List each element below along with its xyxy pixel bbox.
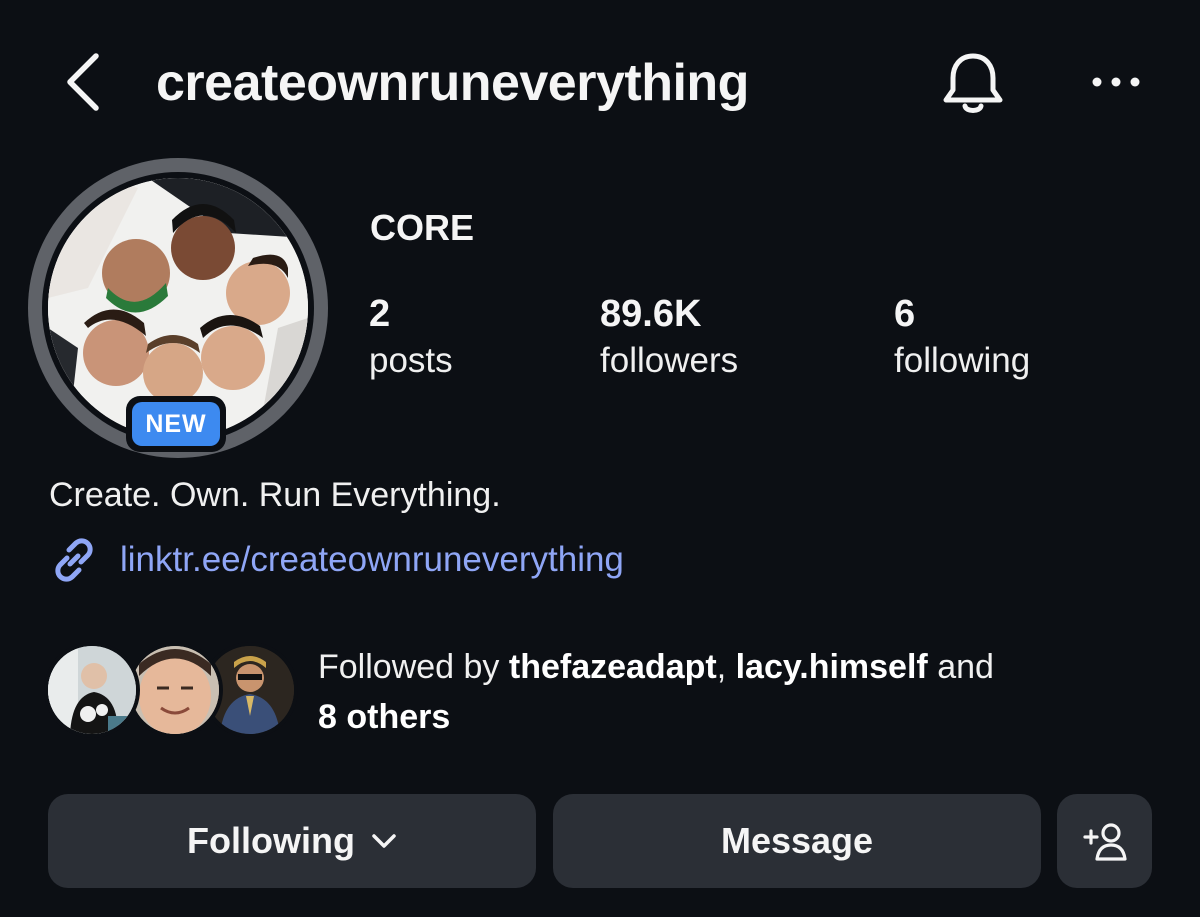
chevron-down-icon <box>372 834 396 848</box>
following-button-label: Following <box>187 820 355 861</box>
message-button-label: Message <box>720 820 874 861</box>
following-count: 6 <box>894 293 916 335</box>
avatar-photo <box>131 646 219 734</box>
followers-stat[interactable]: 89.6K followers <box>600 290 738 384</box>
followed-by-prefix: Followed by <box>318 648 500 686</box>
followers-count: 89.6K <box>600 293 702 335</box>
followed-by-separator: , <box>716 648 727 686</box>
new-badge: NEW <box>132 402 220 446</box>
bell-icon[interactable] <box>938 48 1008 118</box>
posts-stat[interactable]: 2 posts <box>369 290 453 384</box>
avatar-photo <box>48 646 136 734</box>
mutual-follower-avatar[interactable] <box>127 642 223 738</box>
display-name: CORE <box>370 207 475 248</box>
followed-by-conjunction: and <box>937 648 994 686</box>
mutual-username-2[interactable]: lacy.himself <box>736 648 928 686</box>
link-icon <box>55 538 93 582</box>
profile-username: createownruneverything <box>156 54 749 112</box>
add-person-icon <box>1082 823 1127 861</box>
chevron-left-icon[interactable] <box>58 50 108 114</box>
posts-label: posts <box>369 341 453 380</box>
followers-label: followers <box>600 341 739 380</box>
following-label: following <box>894 341 1031 380</box>
profile-link[interactable]: linktr.ee/createownruneverything <box>120 536 624 584</box>
followed-by-text[interactable]: Followed by thefazeadapt, lacy.himself a… <box>318 642 1158 742</box>
posts-count: 2 <box>369 293 391 335</box>
following-button[interactable]: Following <box>48 794 536 888</box>
mutual-username-1[interactable]: thefazeadapt <box>509 648 717 686</box>
message-button[interactable]: Message <box>553 794 1041 888</box>
more-horizontal-icon[interactable] <box>1090 72 1142 92</box>
suggested-users-button[interactable] <box>1057 794 1152 888</box>
mutual-follower-avatar[interactable] <box>44 642 140 738</box>
bio-text: Create. Own. Run Everything. <box>49 476 501 514</box>
mutual-others[interactable]: 8 others <box>318 698 450 736</box>
following-stat[interactable]: 6 following <box>894 290 1030 384</box>
